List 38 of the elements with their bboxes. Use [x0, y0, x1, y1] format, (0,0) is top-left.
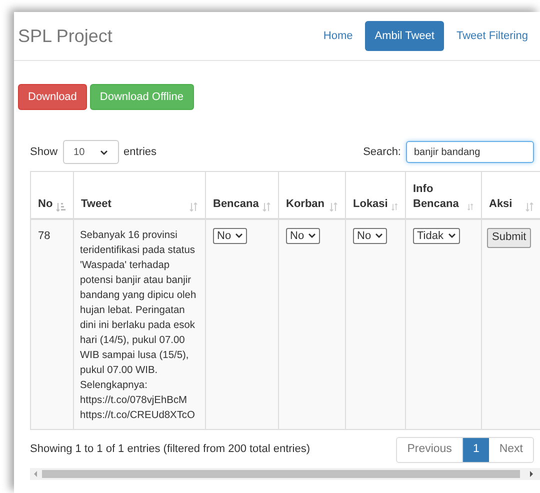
search-field[interactable]: banjir bandang — [406, 141, 534, 163]
submit-button[interactable]: Submit — [487, 228, 532, 248]
chevron-icon — [235, 233, 244, 238]
dropdown[interactable]: No — [286, 228, 320, 244]
dropdown[interactable]: No — [353, 228, 388, 244]
sort-icon[interactable] — [525, 202, 534, 212]
nav-link[interactable]: Ambil Tweet — [364, 21, 444, 51]
search-label: Search: — [363, 144, 401, 160]
download-button[interactable]: Download — [18, 84, 87, 110]
chevron-icon — [308, 233, 316, 238]
show-label: Show — [30, 144, 58, 160]
table-info: Showing 1 to 1 of 1 entries (filtered from 200 total entries) — [30, 442, 310, 458]
dropdown[interactable]: Tidak — [413, 228, 460, 244]
dropdown[interactable]: No — [213, 228, 248, 244]
tweet-text: Sebanyak 16 provinsi teridentifikasi pada status 'Waspada' terhadap potensi banjir atau banjir bandang yang dipicu oleh hujan lebat. Peringatan dini ini berlaku pada esok hari (14/5), pukul 07.00 WIB sampai lusa (15/5), pukul 07.00 WIB. Selengkapnya: https://t.co/078vjEhBcM https://t.co/CREUd8XTcO — [80, 228, 198, 422]
brand-title: SPL Project — [18, 24, 114, 48]
column-header[interactable]: Tweet — [81, 196, 112, 212]
column-header[interactable]: Lokasi — [353, 196, 388, 212]
column-header[interactable]: Aksi — [489, 196, 512, 212]
sort-icon[interactable] — [390, 202, 398, 212]
chevron-icon — [375, 233, 384, 238]
table-cell: 78 — [38, 230, 50, 242]
nav-link[interactable]: Home — [313, 21, 363, 51]
horizontal-scrollbar[interactable] — [30, 468, 540, 480]
page-link[interactable]: Previous — [397, 438, 463, 462]
entries-select[interactable]: 10 — [62, 140, 119, 164]
column-header[interactable]: No — [38, 196, 53, 212]
sort-icon[interactable] — [467, 202, 474, 212]
entries-label: entries — [124, 144, 157, 160]
chevron-icon — [100, 150, 108, 154]
nav-link[interactable]: Tweet Filtering — [446, 21, 538, 51]
chevron-icon — [448, 233, 456, 238]
sort-ascending-icon[interactable] — [56, 202, 66, 212]
column-header[interactable]: Korban — [286, 196, 324, 212]
sort-icon[interactable] — [189, 202, 198, 212]
sort-icon[interactable] — [262, 202, 271, 212]
sort-icon[interactable] — [329, 202, 338, 212]
page-link[interactable]: 1 — [462, 438, 490, 462]
